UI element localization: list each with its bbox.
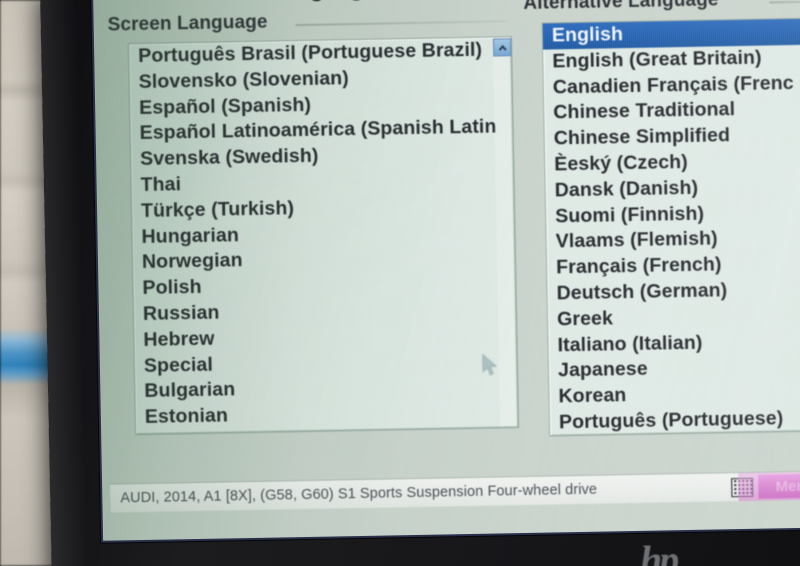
language-dialog: Language Screen Language Português Brasi…	[93, 0, 800, 541]
photo-scene: hp Language Screen Language Português Br…	[0, 0, 800, 566]
chevron-up-icon	[498, 44, 507, 51]
scroll-up-button[interactable]	[492, 38, 512, 57]
laptop-screen: Language Screen Language Português Brasi…	[93, 0, 800, 541]
status-bar-text: AUDI, 2014, A1 [8X], (G58, G60) S1 Sport…	[120, 481, 598, 507]
mouse-pointer-icon	[482, 353, 498, 376]
screen-language-group: Screen Language Português Brasil (Portug…	[107, 7, 520, 436]
status-bar: AUDI, 2014, A1 [8X], (G58, G60) S1 Sport…	[110, 470, 800, 513]
screen-language-list[interactable]: Português Brasil (Portuguese Brazil) Slov…	[129, 37, 518, 435]
alternative-language-item[interactable]: Português (Portuguese)	[550, 405, 800, 437]
hp-logo: hp	[639, 536, 677, 566]
alternative-language-listbox[interactable]: English English (Great Britain) Canadien F…	[541, 16, 800, 437]
alternative-language-label: Alternative Language	[523, 0, 719, 14]
group-divider-left	[295, 20, 508, 27]
dialog-title: Language	[213, 0, 433, 5]
screen-language-label: Screen Language	[107, 11, 268, 36]
alternative-language-list[interactable]: English English (Great Britain) Canadien F…	[542, 17, 800, 437]
alternative-language-group: Alternative Language English English (Gre…	[523, 0, 800, 437]
group-divider-right	[769, 0, 800, 4]
status-bar-right-band	[737, 471, 800, 502]
alternative-language-item[interactable]: English (Great Britain)	[543, 44, 800, 76]
alternative-language-item[interactable]: Canadien Français (Frenc	[544, 69, 800, 101]
screen-language-listbox[interactable]: Português Brasil (Portuguese Brazil) Slov…	[128, 36, 520, 436]
